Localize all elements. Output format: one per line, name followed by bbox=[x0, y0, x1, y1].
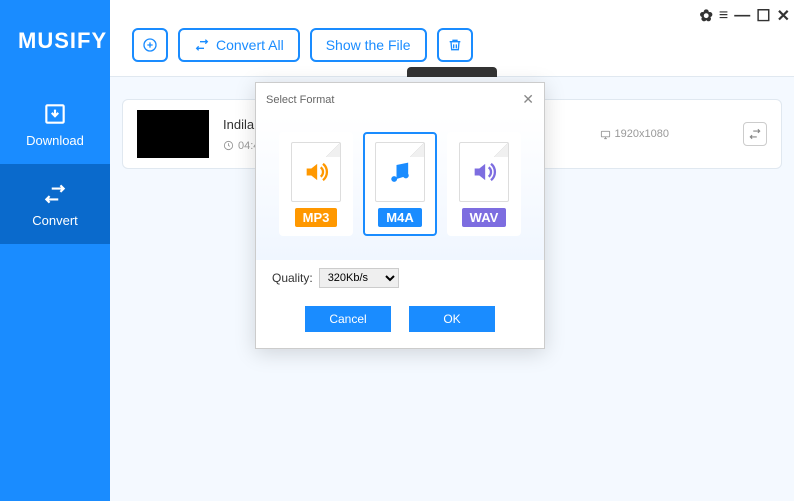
quality-select[interactable]: 320Kb/s bbox=[319, 268, 399, 288]
format-label: WAV bbox=[462, 208, 507, 227]
format-label: MP3 bbox=[295, 208, 338, 227]
format-options: MP3 M4A WAV bbox=[256, 116, 544, 260]
modal-close-button[interactable]: ✕ bbox=[522, 91, 534, 108]
modal-buttons: Cancel OK bbox=[256, 302, 544, 348]
quality-label: Quality: bbox=[272, 271, 313, 285]
speaker-icon bbox=[470, 158, 498, 186]
format-mp3[interactable]: MP3 bbox=[279, 132, 353, 236]
format-wav[interactable]: WAV bbox=[447, 132, 521, 236]
file-icon bbox=[291, 142, 341, 202]
speaker-icon bbox=[302, 158, 330, 186]
modal-header: Select Format ✕ bbox=[256, 83, 544, 116]
select-format-modal: Select Format ✕ MP3 M4A WAV bbox=[255, 82, 545, 349]
modal-title: Select Format bbox=[266, 94, 334, 106]
modal-backdrop: Select Format ✕ MP3 M4A WAV bbox=[0, 0, 800, 501]
ok-button[interactable]: OK bbox=[409, 306, 495, 332]
quality-row: Quality: 320Kb/s bbox=[256, 260, 544, 302]
format-m4a[interactable]: M4A bbox=[363, 132, 437, 236]
file-icon bbox=[459, 142, 509, 202]
music-note-icon bbox=[386, 158, 414, 186]
format-label: M4A bbox=[378, 208, 421, 227]
cancel-button[interactable]: Cancel bbox=[305, 306, 391, 332]
file-icon bbox=[375, 142, 425, 202]
